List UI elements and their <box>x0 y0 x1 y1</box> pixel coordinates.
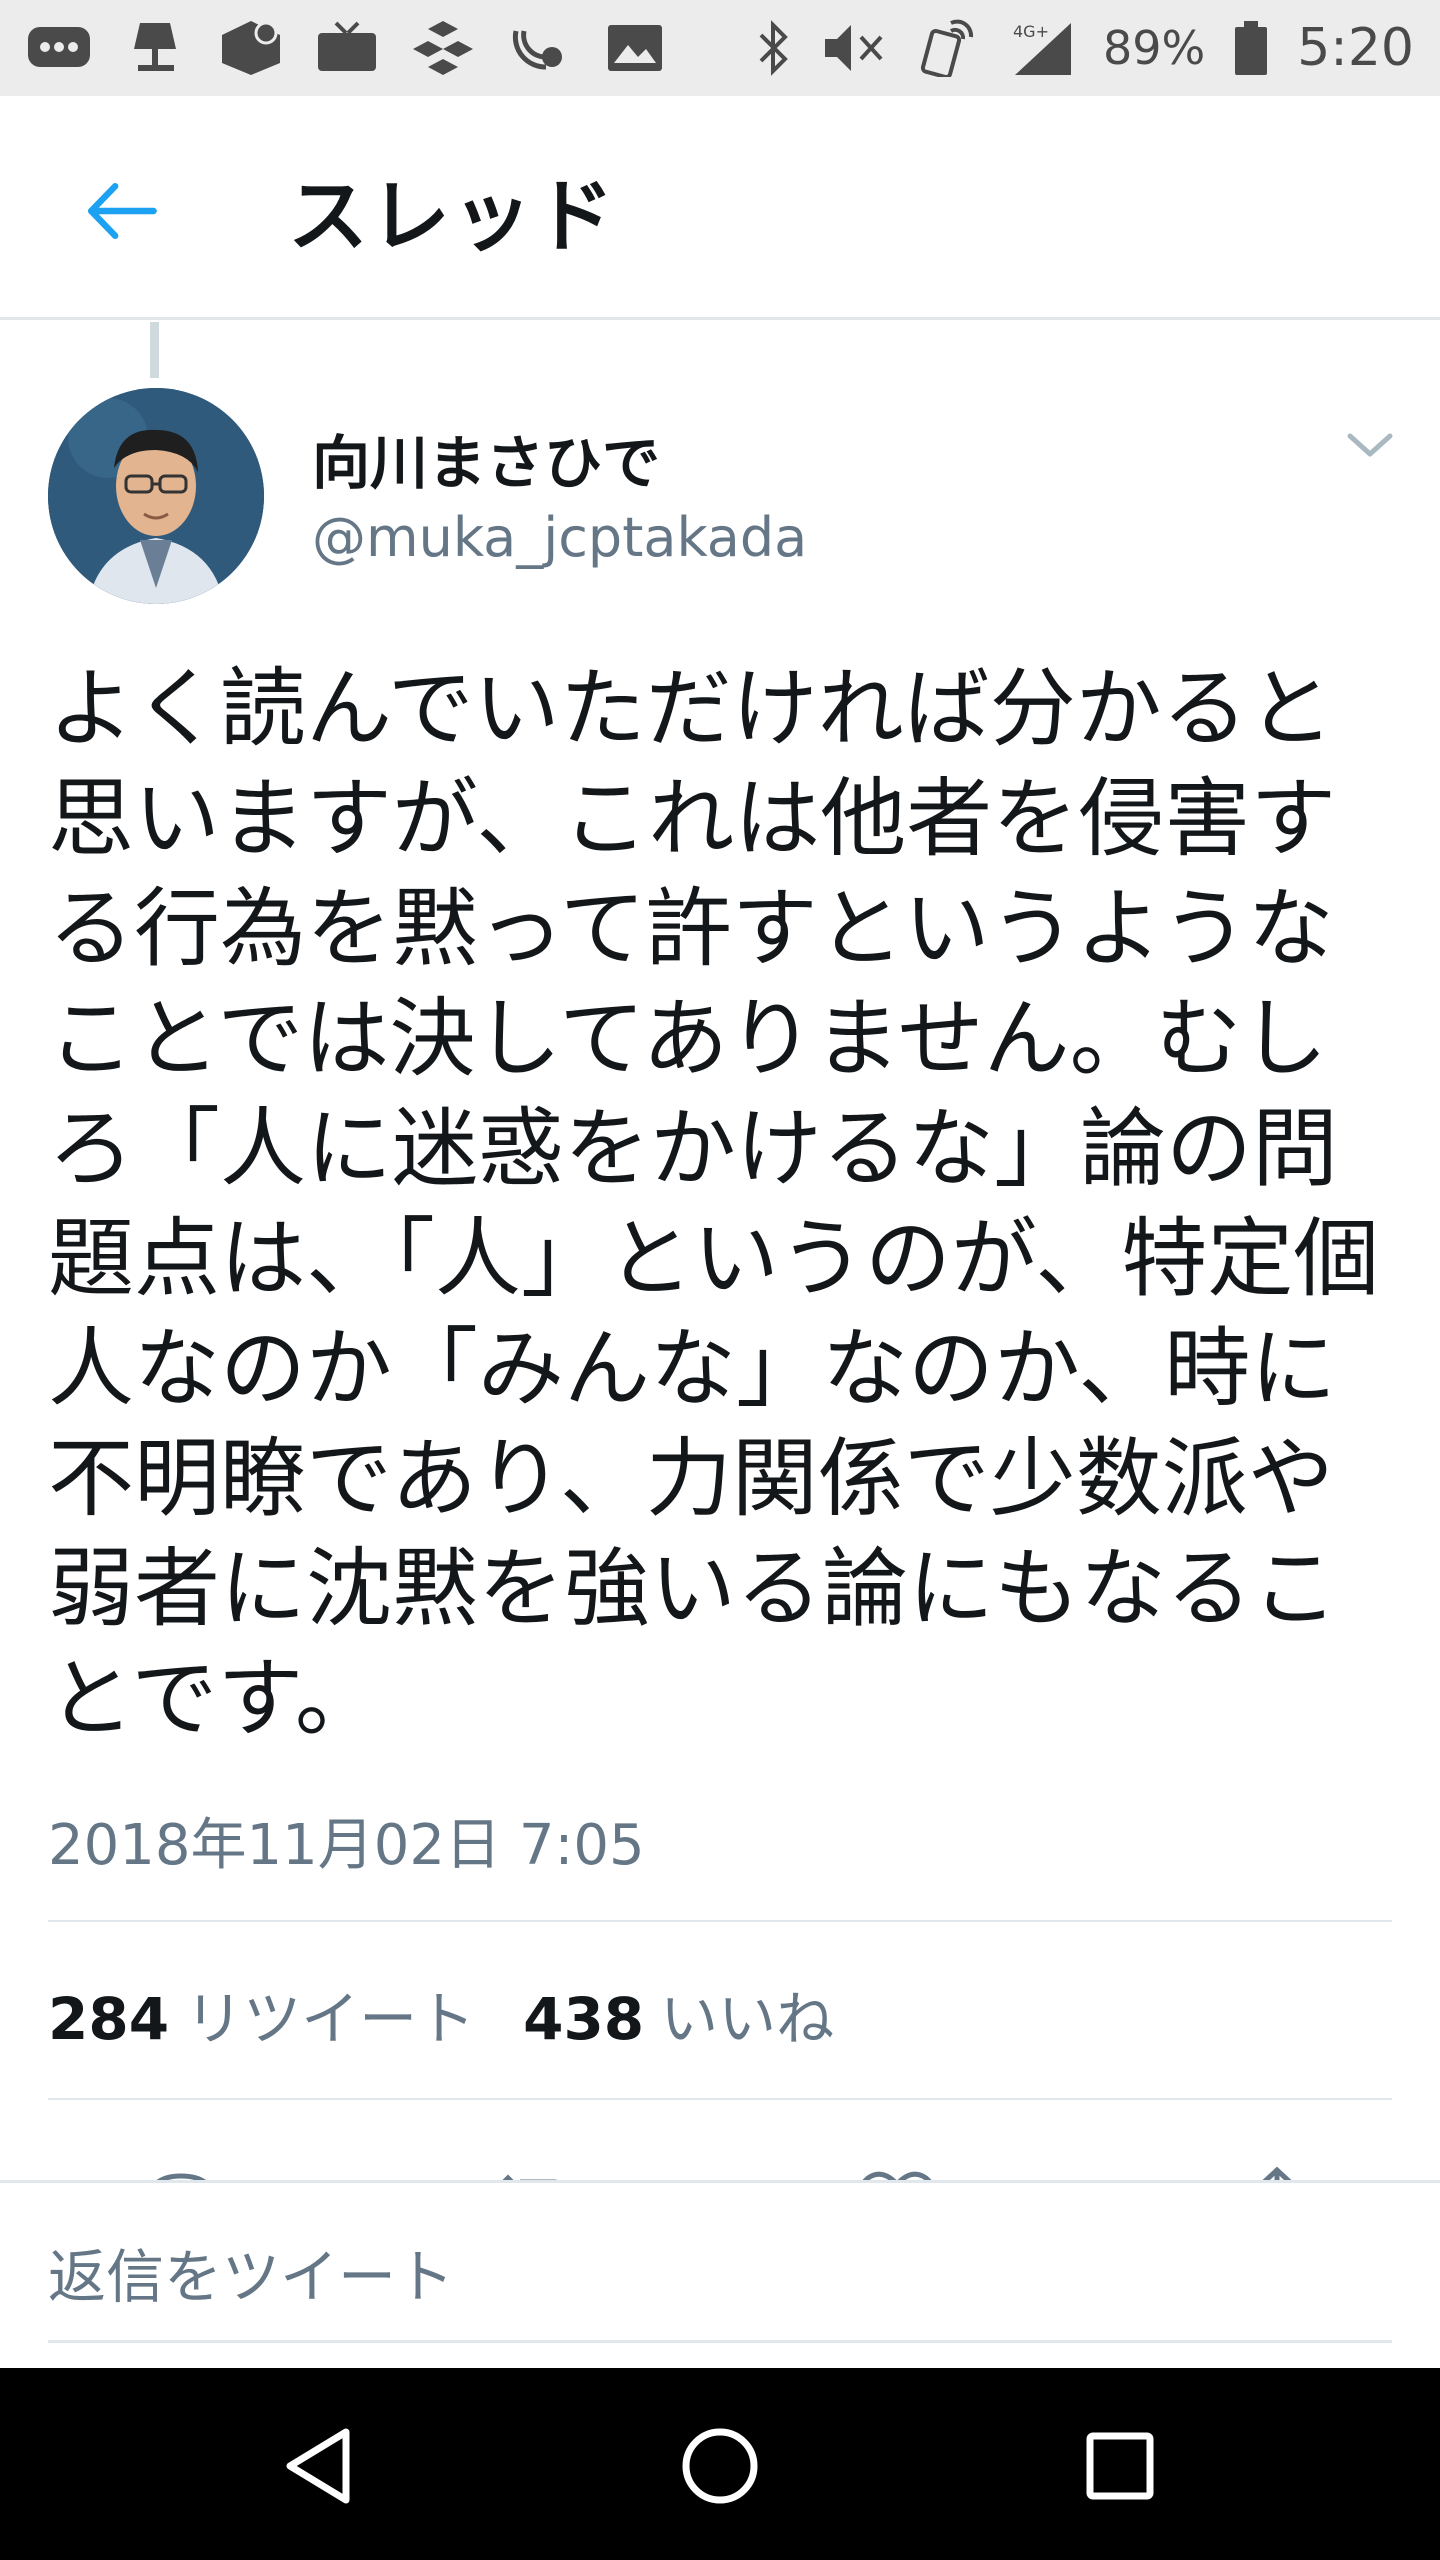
like-count[interactable]: 438 <box>523 1985 644 2053</box>
reply-input[interactable] <box>48 2213 1392 2343</box>
divider <box>48 1920 1392 1922</box>
page-title: スレッド <box>288 170 616 263</box>
system-icons: 4G+ 89% 5:20 <box>753 18 1414 78</box>
reply-bar <box>0 2180 1440 2368</box>
tweet-timestamp: 2018年11月02日 7:05 <box>48 1813 645 1878</box>
back-button[interactable] <box>70 168 170 254</box>
satellite-icon <box>506 19 572 77</box>
battery-percent: 89% <box>1102 21 1206 75</box>
battery-icon <box>1233 19 1269 77</box>
nav-back-button[interactable] <box>272 2418 368 2514</box>
cubes-icon <box>410 19 476 77</box>
nfc-icon <box>915 19 981 77</box>
back-triangle-icon <box>286 2428 350 2504</box>
avatar[interactable] <box>48 388 264 604</box>
divider <box>48 2098 1392 2100</box>
app-header: スレッド <box>0 96 1440 320</box>
clock: 5:20 <box>1297 18 1414 78</box>
retweet-label[interactable]: リツイート <box>185 1972 475 2056</box>
tweet-text: よく読んでいただければ分かると思いますが、これは他者を侵害する行為を黙って許すと… <box>48 659 1380 1749</box>
lamp-icon <box>122 19 188 77</box>
app-icon <box>218 19 284 77</box>
svg-text:4G+: 4G+ <box>1013 22 1049 41</box>
nav-home-button[interactable] <box>672 2418 768 2514</box>
author-handle[interactable]: @muka_jcptakada <box>312 506 807 569</box>
home-circle-icon <box>682 2428 758 2504</box>
like-label[interactable]: いいね <box>660 1972 834 2056</box>
bluetooth-icon <box>753 19 793 77</box>
back-arrow-icon <box>88 183 157 239</box>
author-name[interactable]: 向川まさひで <box>312 416 660 500</box>
system-nav-bar <box>0 2368 1440 2560</box>
recents-square-icon <box>1086 2432 1154 2500</box>
status-bar: 4G+ 89% 5:20 <box>0 0 1440 96</box>
signal-icon: 4G+ <box>1009 19 1075 77</box>
mute-icon <box>821 19 887 77</box>
tv-icon <box>314 19 380 77</box>
chat-icon <box>26 19 92 77</box>
tweet-menu-button[interactable] <box>1340 420 1400 470</box>
retweet-count[interactable]: 284 <box>48 1985 169 2053</box>
image-icon <box>602 19 668 77</box>
thread-connector <box>150 322 159 378</box>
nav-recents-button[interactable] <box>1072 2418 1168 2514</box>
chevron-down-icon <box>1347 433 1393 457</box>
notification-icons <box>26 19 668 77</box>
thread-page: 4G+ 89% 5:20 スレッド 向川まさひで @muka_jcptakada… <box>0 0 1440 2560</box>
tweet-stats: 284 リツイート 438 いいね <box>48 1972 834 2056</box>
